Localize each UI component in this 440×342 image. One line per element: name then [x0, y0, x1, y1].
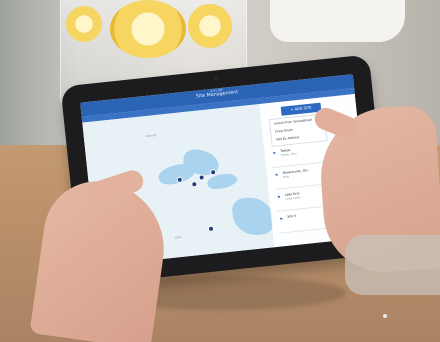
sleeve-cuff [345, 235, 440, 295]
photo-scene: Site Management 9:41 AM Ontario Michigan… [0, 0, 440, 342]
site-icon: ⚑ [274, 172, 279, 178]
lemon-slice [188, 4, 232, 48]
white-cloth [270, 0, 405, 42]
list-item-subtitle: Great Lakes [285, 196, 301, 201]
map-label: Ontario [145, 132, 157, 139]
map-marker[interactable] [209, 168, 217, 176]
lemon-slice [66, 6, 102, 42]
lake [231, 195, 275, 238]
map-marker[interactable] [207, 225, 215, 233]
site-icon: ⚑ [272, 150, 277, 156]
list-item-subtitle: Ohio [282, 175, 290, 179]
site-icon: ⚑ [276, 194, 281, 200]
list-item-title: Brownsville, OH [282, 168, 308, 175]
list-item-title: Site 5 [287, 213, 297, 219]
list-item-subtitle: Toledo, Ohio [280, 152, 297, 158]
table-screw [383, 314, 387, 318]
map-marker[interactable] [191, 180, 198, 188]
camera-dot [214, 77, 218, 81]
site-icon: ⚑ [279, 216, 284, 222]
map-label: Ohio [174, 234, 182, 240]
map-marker[interactable] [176, 176, 184, 184]
map-marker[interactable] [198, 174, 205, 181]
lemon-slice [110, 0, 186, 58]
